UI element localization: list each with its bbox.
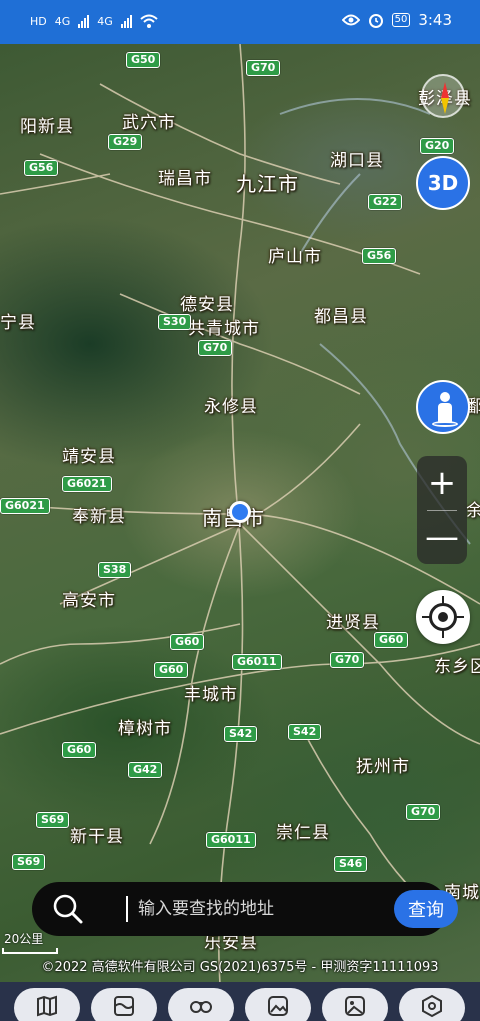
compass-tab-icon — [422, 994, 442, 1018]
crosshair-tick — [422, 616, 430, 618]
highway-shield: S46 — [334, 856, 368, 872]
fold-map-icon — [114, 996, 134, 1016]
battery-icon: 50 — [391, 13, 411, 27]
scale-label: 20公里 — [4, 932, 44, 946]
crosshair-icon-center — [438, 612, 448, 622]
search-divider — [126, 896, 128, 922]
tab-fold-map[interactable] — [91, 988, 157, 1021]
picture-icon — [345, 996, 365, 1016]
zoom-out-button[interactable]: — — [417, 510, 467, 564]
highway-shield: S30 — [158, 314, 192, 330]
crosshair-tick — [442, 596, 444, 604]
highway-shield: G29 — [108, 134, 143, 150]
signal-icon — [78, 14, 90, 28]
highway-shield: G70 — [246, 60, 281, 76]
search-button[interactable]: 查询 — [394, 890, 458, 928]
map-icon — [37, 995, 57, 1017]
place-label: 奉新县 — [72, 507, 126, 527]
place-label: 德安县 — [180, 295, 234, 315]
alarm-icon — [368, 14, 383, 28]
place-label: 抚州市 — [356, 757, 410, 777]
place-label: 庐山市 — [268, 247, 322, 267]
highway-shield: S69 — [36, 812, 70, 828]
current-location-marker[interactable] — [229, 501, 251, 523]
street-view-button[interactable] — [416, 380, 470, 434]
place-label: 樟树市 — [118, 719, 172, 739]
place-label: 东乡区 — [434, 657, 480, 677]
wifi-icon — [140, 14, 158, 28]
place-label: 宁县 — [0, 313, 36, 333]
person-icon-body — [438, 403, 452, 423]
locate-me-button[interactable] — [416, 590, 470, 644]
place-label: 武穴市 — [122, 113, 176, 133]
highway-shield: G56 — [24, 160, 59, 176]
search-input[interactable] — [138, 890, 378, 928]
highway-shield: G56 — [362, 248, 397, 264]
highway-shield: G70 — [406, 804, 441, 820]
place-label: 永修县 — [204, 397, 258, 417]
crosshair-tick — [442, 630, 444, 638]
highway-shield: G50 — [126, 52, 161, 68]
highway-shield: G60 — [154, 662, 189, 678]
signal-icon-2 — [120, 14, 132, 28]
hd-indicator: HD — [30, 14, 47, 28]
place-label: 进贤县 — [326, 613, 380, 633]
place-label: 都昌县 — [314, 307, 368, 327]
highway-shield: S42 — [224, 726, 258, 742]
tab-photo[interactable] — [245, 988, 311, 1021]
highway-shield: G42 — [128, 762, 163, 778]
highway-shield: S69 — [12, 854, 46, 870]
search-icon[interactable] — [52, 893, 84, 925]
highway-shield: G60 — [170, 634, 205, 650]
place-label: 靖安县 — [62, 447, 116, 467]
highway-shield: G6021 — [0, 498, 50, 514]
photo-icon — [268, 996, 288, 1016]
highway-shield: G60 — [374, 632, 409, 648]
network-4g-indicator: 4G — [54, 14, 71, 28]
place-label: 余 — [466, 501, 480, 521]
highway-shield: G20 — [420, 138, 455, 154]
highway-shield: G22 — [368, 194, 403, 210]
3d-toggle-button[interactable]: 3D — [416, 156, 470, 210]
status-left: HD 4G 4G — [30, 14, 158, 28]
network-4g-indicator-2: 4G — [97, 14, 113, 28]
scale-bar — [2, 948, 58, 954]
place-label: 湖口县 — [330, 151, 384, 171]
place-label: 共青城市 — [188, 319, 260, 339]
clock: 3:43 — [418, 11, 452, 29]
zoom-control: + — — [417, 456, 467, 564]
place-label: 丰城市 — [184, 685, 238, 705]
bottom-tab-bar — [0, 982, 480, 1021]
satellite-map[interactable]: 彭泽县 阳新县 武穴市 湖口县 瑞昌市 九江市 庐山市 德安县 宁县 共青城市 … — [0, 44, 480, 985]
crosshair-tick — [456, 616, 464, 618]
place-label: 高安市 — [62, 591, 116, 611]
person-icon — [440, 392, 450, 402]
highway-shield: G6011 — [232, 654, 282, 670]
person-icon-base — [432, 421, 458, 427]
highway-shield: G6011 — [206, 832, 256, 848]
highway-shield: G6021 — [62, 476, 112, 492]
status-bar: HD 4G 4G 50 3:43 — [0, 0, 480, 44]
tab-picture[interactable] — [322, 988, 388, 1021]
binoculars-icon — [190, 1001, 212, 1013]
highway-shield: S42 — [288, 724, 322, 740]
place-label: 九江市 — [236, 172, 299, 196]
search-bar: 查询 — [32, 882, 458, 936]
place-label: 瑞昌市 — [158, 169, 212, 189]
tab-map[interactable] — [14, 988, 80, 1021]
highway-shield: G60 — [62, 742, 97, 758]
tab-compass[interactable] — [399, 988, 465, 1021]
map-copyright: ©2022 高德软件有限公司 GS(2021)6375号 - 甲测资字11111… — [41, 960, 439, 975]
highway-shield: G70 — [198, 340, 233, 356]
zoom-in-button[interactable]: + — [417, 456, 467, 510]
highway-shield: G70 — [330, 652, 365, 668]
place-label: 新干县 — [70, 827, 124, 847]
tab-binoculars[interactable] — [168, 988, 234, 1021]
place-label: 阳新县 — [20, 117, 74, 137]
compass-icon[interactable] — [421, 74, 465, 118]
status-right: 50 3:43 — [341, 11, 452, 29]
eye-icon — [341, 14, 360, 26]
highway-shield: S38 — [98, 562, 132, 578]
place-label: 崇仁县 — [276, 823, 330, 843]
